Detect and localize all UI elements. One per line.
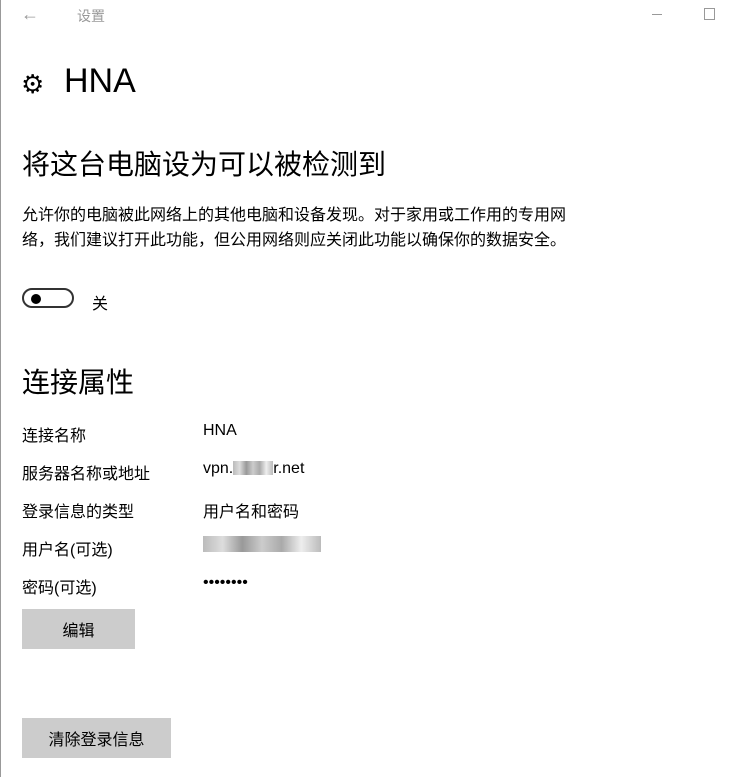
maximize-button[interactable]: [704, 8, 715, 20]
server-suffix: r.net: [273, 460, 305, 477]
redacted-blur: [203, 536, 321, 552]
prop-label: 服务器名称或地址: [22, 466, 151, 483]
gear-icon: ⚙: [21, 69, 45, 99]
title-bar: ← 设置: [1, 0, 748, 30]
minimize-button[interactable]: [652, 14, 662, 15]
page-title: HNA: [64, 62, 136, 100]
prop-label: 登录信息的类型: [22, 504, 135, 521]
toggle-label: 关: [92, 296, 109, 313]
redacted-blur: [233, 461, 274, 475]
props-heading: 连接属性: [22, 367, 135, 398]
prop-label: 密码(可选): [22, 580, 97, 597]
discover-toggle[interactable]: [22, 288, 74, 308]
discover-heading: 将这台电脑设为可以被检测到: [22, 149, 387, 180]
arrow-left-icon[interactable]: ←: [21, 4, 39, 25]
username-value: [203, 536, 321, 555]
edit-button[interactable]: 编辑: [22, 609, 135, 649]
prop-value: 用户名和密码: [203, 504, 300, 521]
prop-label: 连接名称: [22, 428, 87, 445]
clear-credentials-button[interactable]: 清除登录信息: [22, 718, 171, 758]
server-prefix: vpn.: [203, 460, 234, 477]
password-value: ••••••••: [203, 574, 248, 591]
app-title: 设置: [77, 8, 105, 24]
prop-label: 用户名(可选): [22, 542, 113, 559]
toggle-knob: [31, 294, 41, 304]
server-value: vpn. r.net: [203, 460, 304, 478]
prop-value: HNA: [203, 422, 237, 439]
discover-description: 允许你的电脑被此网络上的其他电脑和设备发现。对于家用或工作用的专用网络，我们建议…: [22, 207, 567, 249]
